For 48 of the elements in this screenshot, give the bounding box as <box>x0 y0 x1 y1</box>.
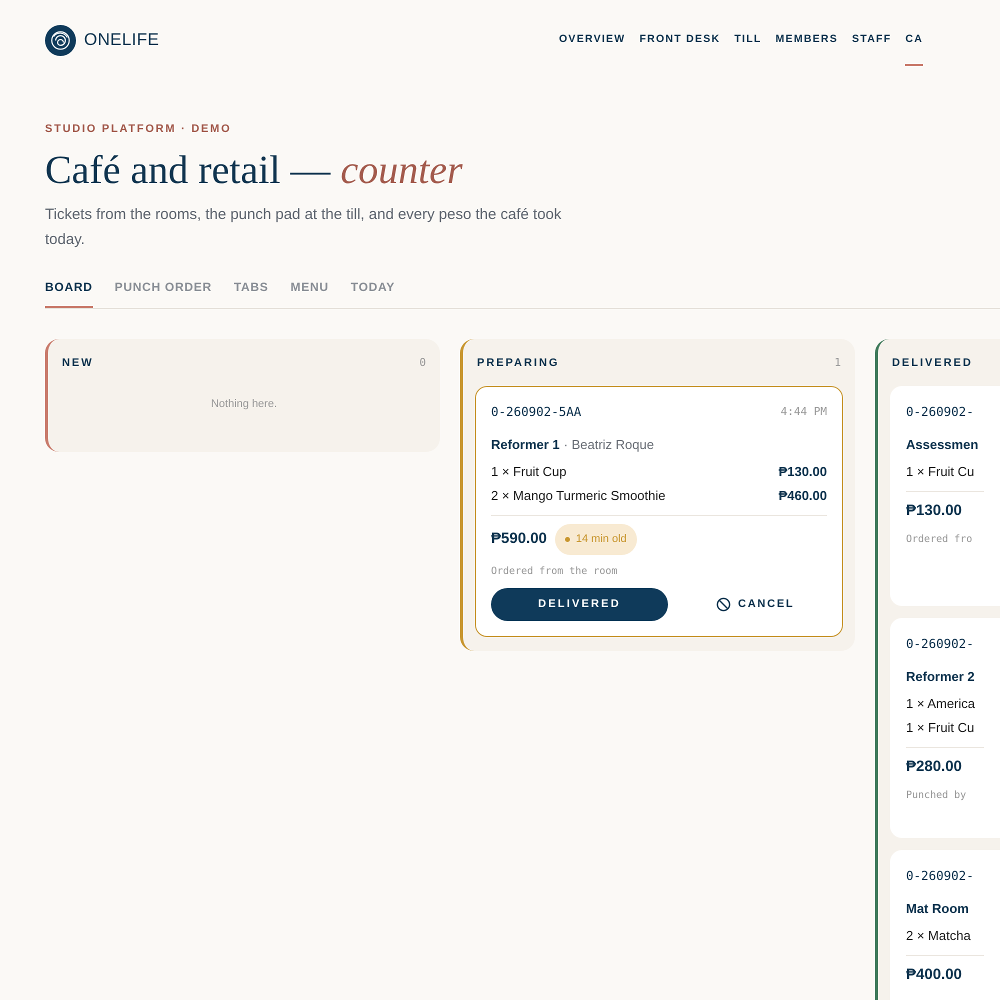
order-number: 0-260902- <box>906 635 974 653</box>
column-title: DELIVERED <box>892 356 973 370</box>
cancel-icon <box>716 596 731 612</box>
page-subtitle: Tickets from the rooms, the punch pad at the till, and every peso the café took today. <box>45 204 562 250</box>
room-name: Mat Room <box>906 900 969 918</box>
order-total: ₱590.00 <box>491 529 547 550</box>
empty-message: Nothing here. <box>210 397 278 412</box>
column-count: 0 <box>419 354 426 370</box>
item-price: ₱130.00 <box>778 463 827 482</box>
member-name: · Beatriz Roque <box>564 436 654 454</box>
room-name: Reformer 2 <box>906 668 975 686</box>
page-title: Café and retail — <box>45 148 330 192</box>
nav-link[interactable]: CA <box>905 14 924 66</box>
item-line: 1 × America <box>906 695 976 714</box>
logo-icon <box>45 24 76 56</box>
column-title: NEW <box>62 356 94 370</box>
item-price: ₱460.00 <box>778 487 827 506</box>
order-number: 0-260902- <box>906 867 974 885</box>
order-note: Ordered fro <box>906 532 974 547</box>
nav-link[interactable]: FRONT DESK <box>639 14 720 66</box>
delivered-button[interactable]: DELIVERED <box>491 588 668 621</box>
room-name: Reformer 1 <box>491 436 560 454</box>
column-title: PREPARING <box>477 356 560 370</box>
item-line: 1 × Fruit Cu <box>906 719 974 738</box>
room-name: Assessmen <box>906 436 978 454</box>
age-badge: 14 min old <box>554 524 637 555</box>
order-note: Punched by <box>906 788 968 803</box>
item-line: 1 × Fruit Cup <box>491 463 567 482</box>
nav-link[interactable]: STAFF <box>852 14 892 66</box>
item-line: 2 × Mango Turmeric Smoothie <box>491 487 666 506</box>
item-line: 2 × Matcha <box>906 927 971 946</box>
order-note: Ordered from the room <box>491 564 618 579</box>
order-total: ₱400.00 <box>906 965 962 986</box>
order-total: ₱280.00 <box>906 757 962 778</box>
item-line: 1 × Fruit Cu <box>906 463 974 482</box>
section-tab[interactable]: BOARD <box>45 278 93 308</box>
cancel-button[interactable]: CANCEL <box>716 596 794 612</box>
nav-link[interactable]: OVERVIEW <box>559 14 626 66</box>
order-number: 0-260902-5AA <box>491 403 582 421</box>
column-count: 1 <box>834 354 841 370</box>
order-total: ₱130.00 <box>906 501 962 522</box>
nav-link[interactable]: MEMBERS <box>776 14 838 66</box>
nav-link[interactable]: TILL <box>734 14 762 66</box>
order-time: 4:44 PM <box>780 404 827 420</box>
page-title-accent: counter <box>340 148 463 192</box>
order-number: 0-260902- <box>906 403 974 421</box>
brand-name: ONELIFE <box>84 29 160 52</box>
eyebrow-label: STUDIO PLATFORM · DEMO <box>45 122 232 137</box>
